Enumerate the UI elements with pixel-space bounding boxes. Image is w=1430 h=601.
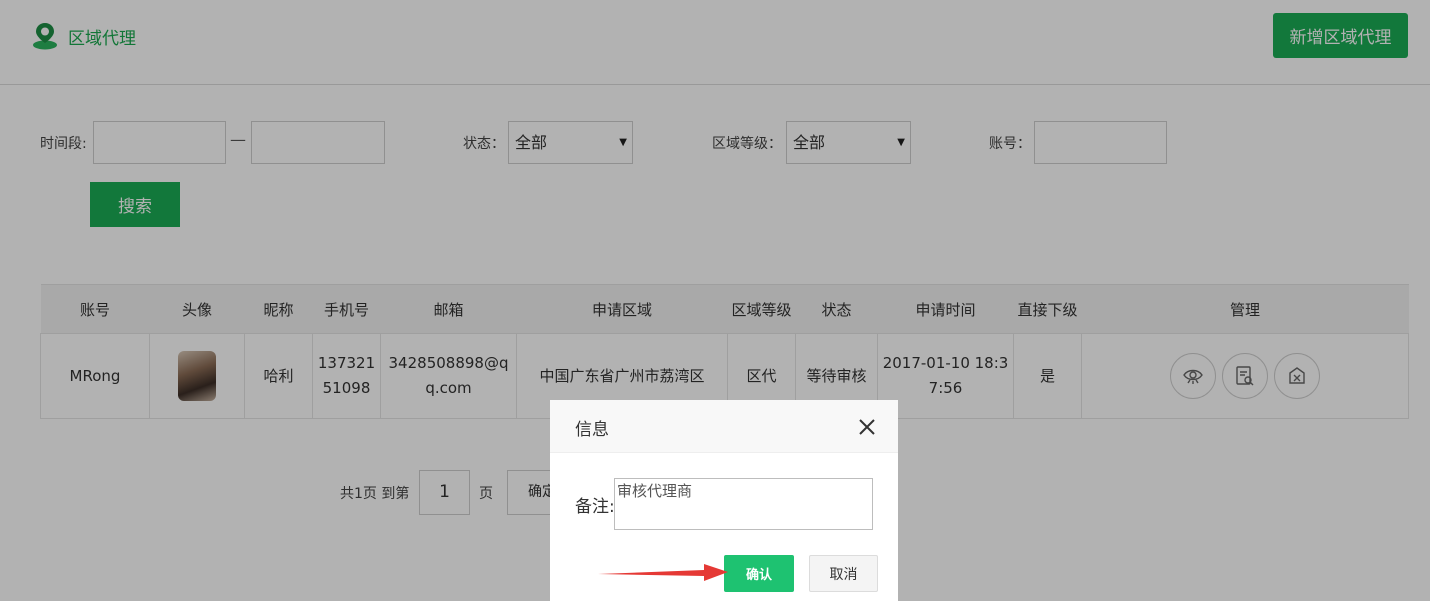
remark-textarea[interactable]: 审核代理商 [614, 478, 873, 530]
close-icon[interactable] [856, 416, 878, 438]
annotation-arrow-icon [598, 564, 728, 581]
remark-label: 备注: [575, 497, 615, 517]
cancel-button[interactable]: 取消 [809, 555, 878, 592]
dialog-header: 信息 [550, 400, 898, 453]
dialog-title: 信息 [575, 420, 609, 440]
